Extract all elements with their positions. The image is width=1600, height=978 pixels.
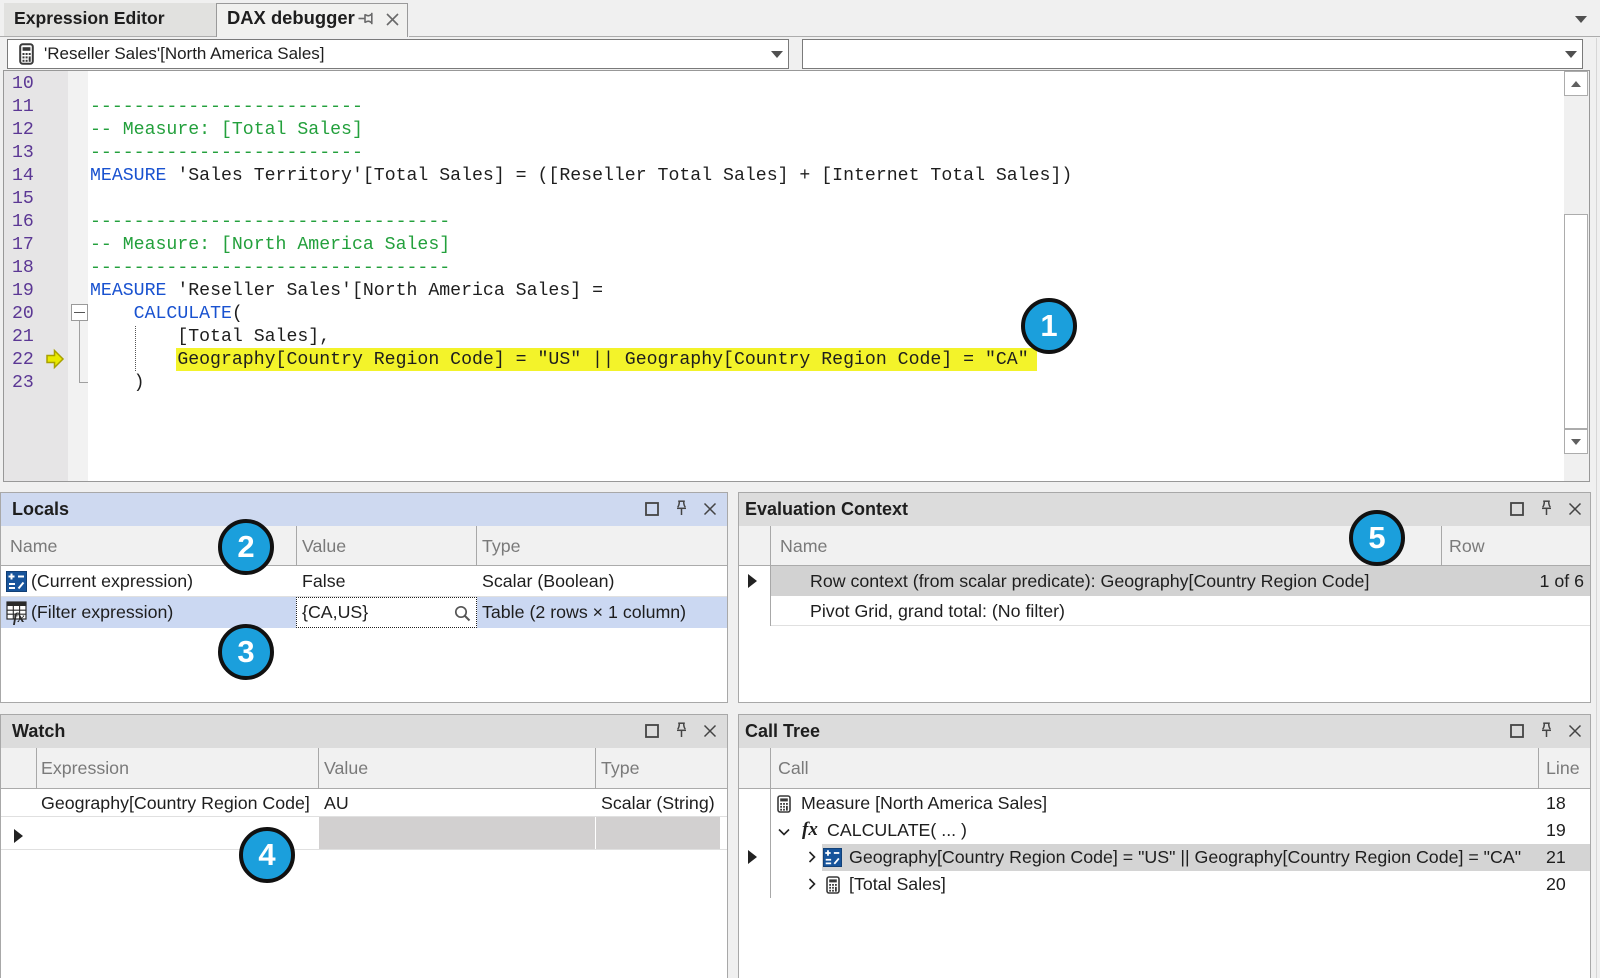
svg-text:fx: fx — [13, 611, 25, 626]
